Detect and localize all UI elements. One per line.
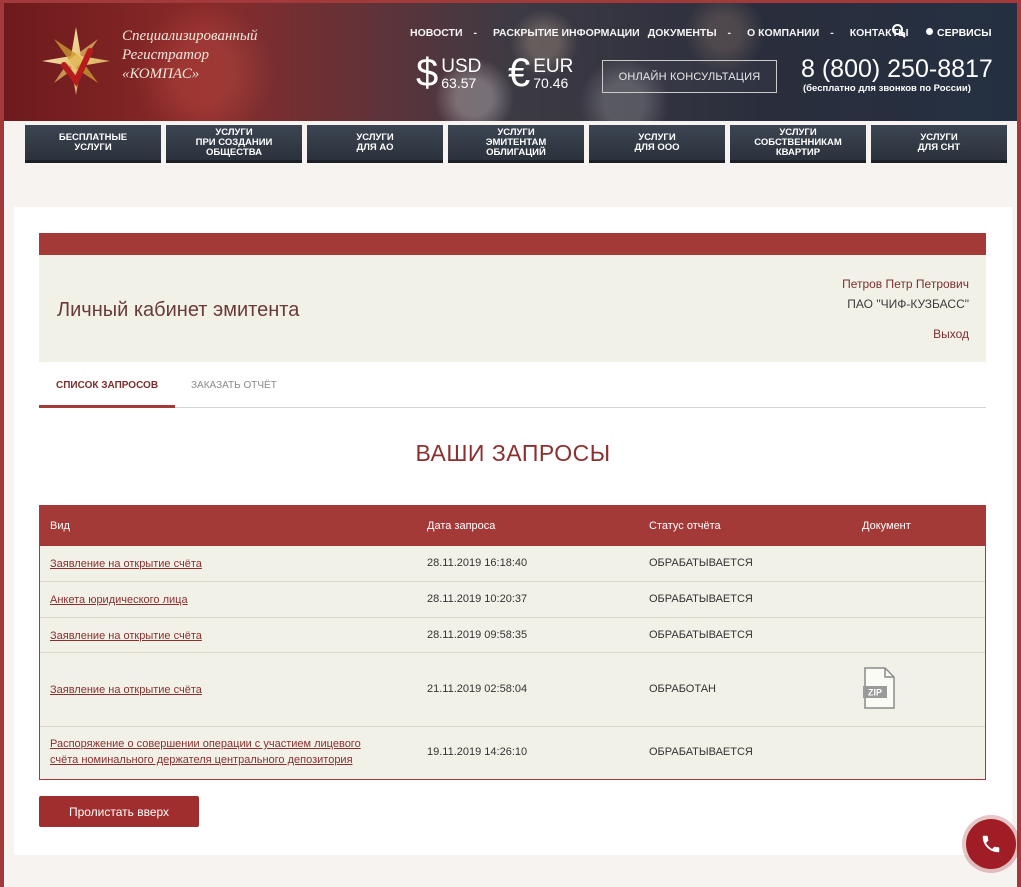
top-navigation: НОВОСТИ - РАСКРЫТИЕ ИНФОРМАЦИИ ДОКУМЕНТЫ… xyxy=(410,27,917,39)
request-type-link[interactable]: Заявление на открытие счёта xyxy=(50,628,202,644)
table-row: Заявление на открытие счёта 28.11.2019 0… xyxy=(40,618,985,653)
col-type: Вид xyxy=(50,520,70,532)
request-status: ОБРАБАТЫВАЕТСЯ xyxy=(649,629,753,641)
service-button-bond-issuers[interactable]: УСЛУГИ ЭМИТЕНТАМ ОБЛИГАЦИЙ xyxy=(448,125,584,163)
request-type-link[interactable]: Распоряжение о совершении операции с уча… xyxy=(50,736,361,768)
tab-order-report[interactable]: ЗАКАЗАТЬ ОТЧЁТ xyxy=(191,380,277,391)
col-status: Статус отчёта xyxy=(649,520,721,532)
col-date: Дата запроса xyxy=(427,520,496,532)
request-status: ОБРАБАТЫВАЕТСЯ xyxy=(649,593,753,605)
request-date: 28.11.2019 09:58:35 xyxy=(427,629,528,641)
requests-table: Вид Дата запроса Статус отчёта Документ … xyxy=(39,505,986,780)
tabs-bar: СПИСОК ЗАПРОСОВ ЗАКАЗАТЬ ОТЧЁТ xyxy=(39,362,986,408)
logout-link[interactable]: Выход xyxy=(933,327,969,341)
phone-icon xyxy=(982,835,1000,853)
table-row: Заявление на открытие счёта 28.11.2019 1… xyxy=(40,546,985,582)
card-header-strip xyxy=(39,233,986,255)
table-row: Анкета юридического лица 28.11.2019 10:2… xyxy=(40,582,985,618)
scroll-to-top-button[interactable]: Пролистать вверх xyxy=(39,796,199,827)
main-card: Личный кабинет эмитента Петров Петр Петр… xyxy=(14,207,1012,855)
service-button-snt[interactable]: УСЛУГИ ДЛЯ СНТ xyxy=(871,125,1007,163)
request-status: ОБРАБАТЫВАЕТСЯ xyxy=(649,557,753,569)
request-date: 28.11.2019 10:20:37 xyxy=(427,593,528,605)
col-document: Документ xyxy=(862,520,911,532)
usd-rate: $ USD 63.57 xyxy=(416,51,482,95)
search-icon[interactable] xyxy=(891,23,907,39)
request-type-link[interactable]: Заявление на открытие счёта xyxy=(50,682,202,698)
request-type-link[interactable]: Заявление на открытие счёта xyxy=(50,556,202,572)
request-status: ОБРАБАТЫВАЕТСЯ xyxy=(649,746,753,758)
callback-button[interactable] xyxy=(966,819,1016,869)
euro-icon: € xyxy=(508,51,531,95)
nav-documents[interactable]: ДОКУМЕНТЫ - xyxy=(648,27,739,39)
eur-rate: € EUR 70.46 xyxy=(508,51,574,95)
compass-logo-icon[interactable] xyxy=(40,25,112,97)
service-buttons-row: БЕСПЛАТНЫЕ УСЛУГИ УСЛУГИ ПРИ СОЗДАНИИ ОБЩЕС… xyxy=(18,125,1008,165)
service-button-ooo[interactable]: УСЛУГИ ДЛЯ ООО xyxy=(589,125,725,163)
phone-number[interactable]: 8 (800) 250-8817 xyxy=(801,55,993,83)
cabinet-panel: Личный кабинет эмитента Петров Петр Петр… xyxy=(39,255,986,362)
site-header: Специализированный Регистратор «КОМПАС» … xyxy=(4,3,1017,121)
services-link[interactable]: СЕРВИСЫ xyxy=(926,27,992,39)
page-title: Личный кабинет эмитента xyxy=(57,299,300,321)
phone-note: (бесплатно для звонков по России) xyxy=(803,83,971,94)
tab-requests-list[interactable]: СПИСОК ЗАПРОСОВ xyxy=(56,380,158,391)
table-header: Вид Дата запроса Статус отчёта Документ xyxy=(40,506,985,546)
active-tab-indicator xyxy=(39,405,175,408)
user-name: Петров Петр Петрович xyxy=(842,277,969,291)
request-date: 28.11.2019 16:18:40 xyxy=(427,557,528,569)
service-button-company-creation[interactable]: УСЛУГИ ПРИ СОЗДАНИИ ОБЩЕСТВА xyxy=(166,125,302,163)
brand-name[interactable]: Специализированный Регистратор «КОМПАС» xyxy=(122,27,258,84)
service-button-apartment-owners[interactable]: УСЛУГИ СОБСТВЕННИКАМ КВАРТИР xyxy=(730,125,866,163)
service-button-free[interactable]: БЕСПЛАТНЫЕ УСЛУГИ xyxy=(25,125,161,163)
request-status: ОБРАБОТАН xyxy=(649,683,716,695)
request-date: 21.11.2019 02:58:04 xyxy=(427,683,528,695)
service-button-ao[interactable]: УСЛУГИ ДЛЯ АО xyxy=(307,125,443,163)
nav-about[interactable]: О КОМПАНИИ - xyxy=(747,27,842,39)
dollar-icon: $ xyxy=(416,51,439,95)
table-row: Распоряжение о совершении операции с уча… xyxy=(40,727,985,779)
request-date: 19.11.2019 14:26:10 xyxy=(427,746,528,758)
request-type-link[interactable]: Анкета юридического лица xyxy=(50,592,188,608)
section-heading: ВАШИ ЗАПРОСЫ xyxy=(415,440,611,466)
svg-text:ZIP: ZIP xyxy=(868,688,882,698)
table-row: Заявление на открытие счёта 21.11.2019 0… xyxy=(40,653,985,727)
online-consultation-button[interactable]: ОНЛАЙН КОНСУЛЬТАЦИЯ xyxy=(602,60,777,93)
company-name: ПАО "ЧИФ-КУЗБАСС" xyxy=(847,297,969,311)
zip-file-icon[interactable]: ZIP xyxy=(862,667,896,709)
nav-news[interactable]: НОВОСТИ - xyxy=(410,27,485,39)
nav-disclosure[interactable]: РАСКРЫТИЕ ИНФОРМАЦИИ xyxy=(493,27,640,39)
